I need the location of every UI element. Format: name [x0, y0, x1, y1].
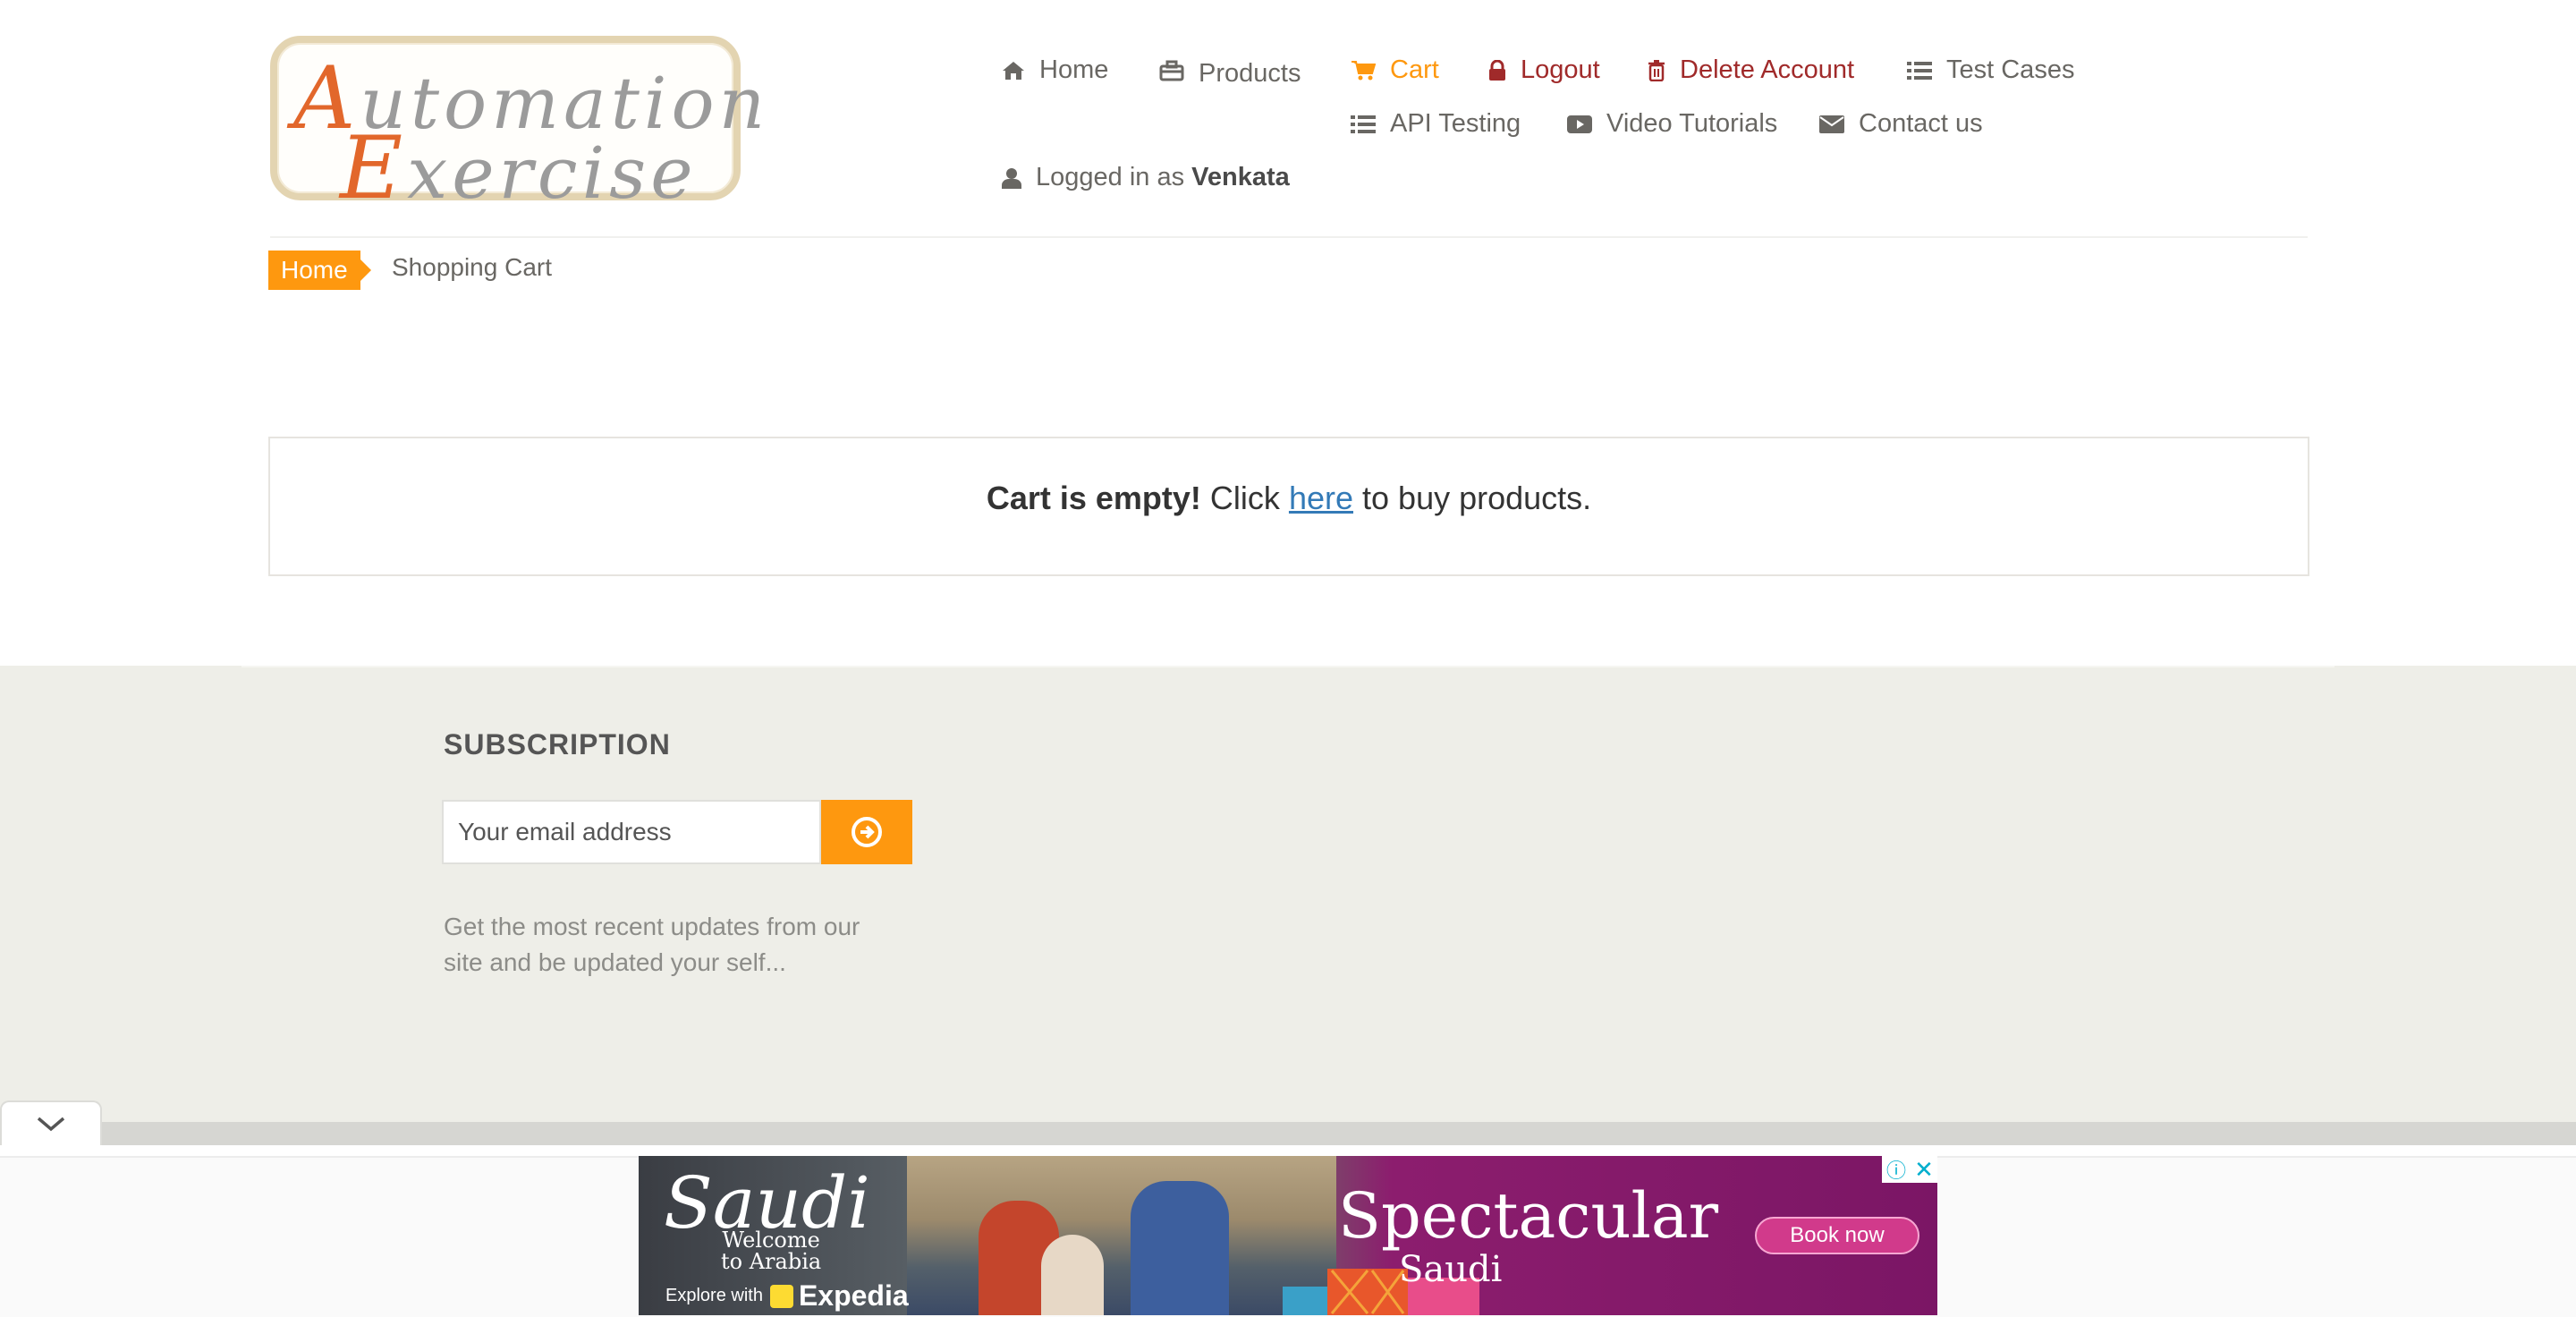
subscription-description: Get the most recent updates from our sit…: [444, 913, 860, 976]
lock-icon: [1489, 59, 1505, 81]
empty-cart-panel: Cart is empty! Click here to buy product…: [268, 437, 2309, 576]
briefcase-icon: [1159, 60, 1184, 81]
nav-logout[interactable]: Logout: [1488, 55, 1600, 85]
nav-delete-account[interactable]: Delete Account: [1648, 55, 1854, 85]
header-divider: [270, 236, 2308, 238]
trash-icon: [1648, 59, 1665, 81]
ad-headline: Spectacular: [1338, 1179, 1719, 1253]
ad-explore: Explore with Expedia: [665, 1279, 909, 1312]
list-icon: [1351, 115, 1376, 133]
footer: [0, 666, 2576, 1122]
empty-cart-message: Cart is empty! Click here to buy product…: [270, 480, 2308, 517]
logo-line-2: Exercise: [340, 118, 698, 218]
nav-api-testing[interactable]: API Testing: [1351, 109, 1521, 139]
cart-icon: [1352, 60, 1376, 80]
home-icon: [1003, 61, 1024, 80]
subscription-title: SUBSCRIPTION: [444, 728, 671, 760]
nav-video-tutorials[interactable]: Video Tutorials: [1567, 109, 1777, 139]
logged-in-text: Logged in as Venkata: [1036, 163, 1290, 191]
play-icon: [1567, 115, 1592, 133]
nav-cart[interactable]: Cart: [1351, 55, 1439, 85]
subscribe-button[interactable]: [821, 800, 912, 864]
nav-products-label: Products: [1199, 59, 1301, 88]
user-icon: [1002, 167, 1021, 189]
footer-bottom-bar: [102, 1122, 2576, 1145]
site-logo[interactable]: Automation Exercise: [270, 36, 765, 218]
ad-welcome: Welcome to Arabia: [721, 1228, 822, 1274]
nav-delete-account-label: Delete Account: [1680, 55, 1855, 84]
ad-info-icon[interactable]: ⓘ: [1882, 1156, 1911, 1183]
nav-home-label: Home: [1039, 55, 1109, 84]
logged-in-status: Logged in as Venkata: [1002, 163, 1290, 192]
ad-banner[interactable]: Saudi Welcome to Arabia Explore with Expe…: [639, 1156, 1937, 1315]
subscription-email-input[interactable]: [442, 800, 821, 864]
nav-logout-label: Logout: [1521, 55, 1600, 84]
expedia-logo-icon: [769, 1284, 793, 1308]
nav-products[interactable]: Products: [1159, 55, 1301, 88]
nav-contact-us-label: Contact us: [1859, 109, 1983, 138]
nav-video-tutorials-label: Video Tutorials: [1606, 109, 1778, 138]
empty-cart-suffix: to buy products.: [1362, 480, 1592, 516]
empty-cart-click: Click: [1209, 480, 1280, 516]
nav-api-testing-label: API Testing: [1390, 109, 1521, 138]
nav-test-cases[interactable]: Test Cases: [1907, 55, 2074, 85]
username: Venkata: [1191, 163, 1290, 191]
nav-home[interactable]: Home: [1002, 55, 1108, 85]
buy-products-link[interactable]: here: [1289, 480, 1353, 516]
chevron-down-icon: [37, 1117, 65, 1132]
ad-collapse-button[interactable]: [0, 1100, 102, 1145]
nav-cart-label: Cart: [1390, 55, 1439, 84]
arrow-circle-right-icon: [852, 817, 882, 847]
nav-test-cases-label: Test Cases: [1946, 55, 2075, 84]
ad-subheadline: Saudi: [1399, 1249, 1503, 1290]
ad-book-now-button[interactable]: Book now: [1755, 1217, 1919, 1254]
list-icon: [1907, 61, 1932, 80]
breadcrumb-current: Shopping Cart: [392, 253, 553, 281]
footer-divider: [242, 666, 2334, 667]
ad-close-icon[interactable]: ✕: [1911, 1156, 1937, 1183]
empty-cart-bold: Cart is empty!: [986, 480, 1201, 516]
breadcrumb-home[interactable]: Home: [268, 251, 371, 290]
nav-contact-us[interactable]: Contact us: [1819, 109, 1983, 139]
ad-photo: [907, 1156, 1336, 1315]
envelope-icon: [1819, 115, 1844, 133]
